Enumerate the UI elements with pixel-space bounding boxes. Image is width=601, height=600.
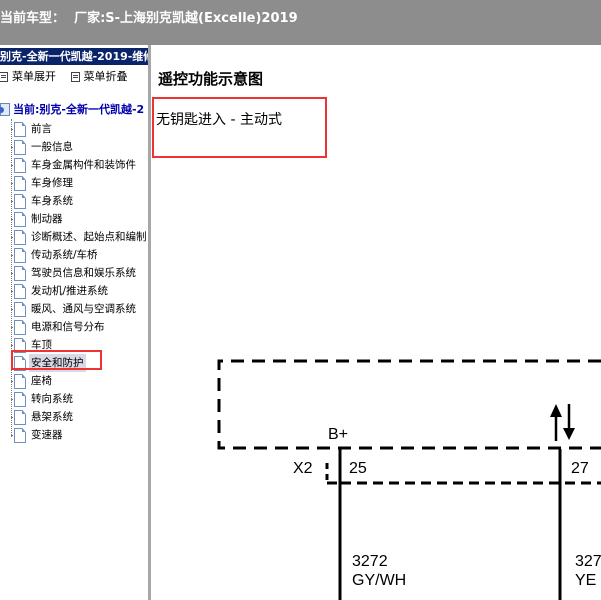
x2-label: X2 [293,460,313,477]
menu-expand-label: 菜单展开 [12,70,56,83]
tree-item-label: 电源和信号分布 [31,321,105,333]
tree-item-label: 车身系统 [31,195,73,207]
wire-right-color: YE [575,572,596,589]
document-icon [14,374,26,389]
document-icon [14,122,26,137]
bplus-label: B+ [328,426,348,443]
tree-root[interactable]: 当前:别克-全新一代凯越-2 [0,101,144,119]
model-label: 当前车型： [0,11,66,26]
document-icon [14,212,26,227]
panel-title-bar: 别克-全新一代凯越-2019-维修 [0,48,148,65]
root-book-icon [0,103,10,116]
document-icon [14,158,26,173]
menu-collapse-button[interactable]: 菜单折叠 [70,69,128,85]
vehicle-info: 当前车型： 厂家:S-上海别克凯越(Excelle)2019 [0,7,298,26]
tree-item-label: 变速器 [31,429,63,441]
wire-left-number: 3272 [352,553,388,570]
document-icon [14,284,26,299]
document-icon [14,410,26,425]
expand-icon [0,72,8,82]
wiring-diagram: B+ X2 25 27 3272 GY/WH 327 YE [217,359,601,600]
tree-item-label: 转向系统 [31,393,73,405]
content-panel: 遥控功能示意图 无钥匙进入 - 主动式 B+ X2 25 27 3272 GY/… [151,45,601,600]
document-icon [14,176,26,191]
tree-item-label: 制动器 [31,213,63,225]
menu-expand-button[interactable]: 菜单展开 [0,69,56,85]
document-icon [14,266,26,281]
tree-item-label: 车身金属构件和装饰件 [31,159,136,171]
tree-item-label: 前言 [31,123,52,135]
tree-connector [11,119,13,437]
tree-item-label: 驾驶员信息和娱乐系统 [31,267,136,279]
document-icon [14,302,26,317]
document-icon [14,230,26,245]
left-nav-panel: 别克-全新一代凯越-2019-维修 菜单展开 菜单折叠 当前:别克-全新一代凯越… [0,45,148,600]
tree-item-label: 悬架系统 [31,411,73,423]
collapse-icon [70,72,80,82]
highlight-box-left [11,350,102,370]
manufacturer-label: 厂家:S-上海别克凯越(Excelle)2019 [74,11,298,26]
menu-collapse-label: 菜单折叠 [83,70,128,83]
pin-left-label: 25 [349,460,367,477]
bidirectional-arrow-icon [550,404,575,441]
tree-item-label: 一般信息 [31,141,73,153]
document-icon [14,194,26,209]
module-outline [217,359,601,450]
document-icon [14,248,26,263]
document-icon [14,320,26,335]
tree-item-label: 暖风、通风与空调系统 [31,303,136,315]
wire-right-number: 327 [575,553,601,570]
top-banner: 当前车型： 厂家:S-上海别克凯越(Excelle)2019 [0,0,601,45]
tree-item-label: 传动系统/车桥 [31,249,98,261]
wire-left-color: GY/WH [352,572,406,589]
document-icon [14,140,26,155]
document-icon [14,428,26,443]
tree-item-label: 座椅 [31,375,52,387]
document-icon [14,392,26,407]
tree-item-label: 发动机/推进系统 [31,285,109,297]
tree-item-label: 车身修理 [31,177,73,189]
menu-toolbar: 菜单展开 菜单折叠 [0,69,140,85]
tree-item-label: 诊断概述、起始点和编制 [31,231,147,243]
tree-root-label: 当前:别克-全新一代凯越-2 [13,103,145,116]
pin-right-label: 27 [571,460,589,477]
